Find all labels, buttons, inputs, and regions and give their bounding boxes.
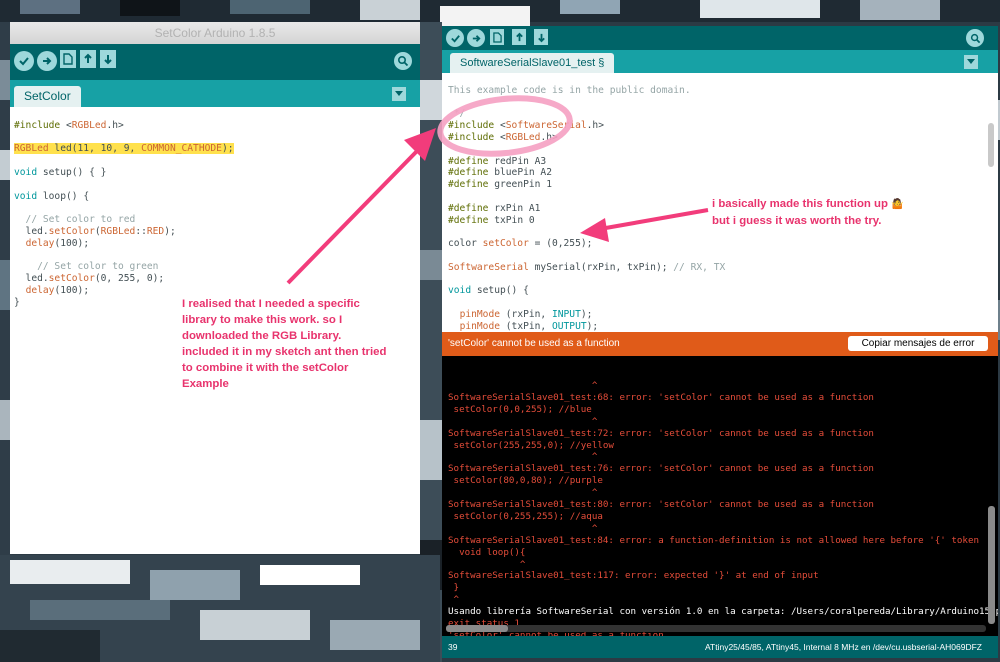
error-message-bar: 'setColor' cannot be used as a function … bbox=[442, 332, 998, 356]
tab-menu-button[interactable] bbox=[392, 87, 406, 101]
new-file-icon bbox=[492, 31, 502, 43]
code-line: delay(100); bbox=[25, 284, 90, 296]
code-line: #include <RGBLed.h> bbox=[448, 131, 558, 143]
editor-scrollbar[interactable] bbox=[988, 123, 994, 167]
console-line: ^ bbox=[448, 487, 598, 499]
console-line: SoftwareSerialSlave01_test:72: error: 's… bbox=[448, 427, 874, 439]
right-ide-window: SoftwareSerialSlave01_test § This exampl… bbox=[442, 26, 998, 658]
error-message-text: 'setColor' cannot be used as a function bbox=[448, 338, 620, 349]
console-line: ^ bbox=[448, 415, 598, 427]
annotation-left-note: I realised that I needed a specific libr… bbox=[182, 298, 387, 390]
upload-button[interactable] bbox=[37, 51, 57, 71]
code-comment: This example code is in the public domai… bbox=[448, 84, 691, 96]
code-line: #define redPin A3 bbox=[448, 155, 547, 167]
console-line: ^ bbox=[448, 380, 598, 391]
console-line: setColor(80,0,80); //purple bbox=[448, 475, 603, 487]
code-line: void setup() { bbox=[448, 285, 529, 297]
upload-button[interactable] bbox=[467, 29, 485, 47]
console-line: } bbox=[448, 582, 460, 594]
code-comment: // Set color to green bbox=[14, 261, 159, 273]
code-comment: // Set color to red bbox=[14, 214, 136, 226]
code-line: #include <RGBLed.h> bbox=[14, 119, 124, 131]
console-line: ^ bbox=[448, 522, 598, 534]
save-button[interactable] bbox=[534, 29, 548, 45]
magnifier-icon bbox=[970, 33, 980, 43]
code-line: void loop() { bbox=[14, 190, 90, 202]
console-line: setColor(0,0,255); //blue bbox=[448, 403, 592, 415]
console-line: ^ bbox=[448, 594, 460, 606]
console-line: setColor(0,255,255); //aqua bbox=[448, 510, 603, 522]
tab-softwareserial[interactable]: SoftwareSerialSlave01_test § bbox=[450, 53, 615, 73]
console-line: SoftwareSerialSlave01_test:76: error: 's… bbox=[448, 463, 874, 475]
code-line: led.setColor(RGBLed::RED); bbox=[14, 225, 176, 237]
tab-setcolor[interactable]: SetColor bbox=[14, 86, 81, 107]
code-line: void setup() { } bbox=[14, 166, 107, 178]
console-line: setColor(255,255,0); //yellow bbox=[448, 439, 614, 451]
console-line: SoftwareSerialSlave01_test:68: error: 's… bbox=[448, 391, 874, 403]
ide-toolbar bbox=[442, 26, 998, 50]
chevron-down-icon bbox=[967, 59, 975, 64]
code-line: pinMode (rxPin, INPUT); bbox=[459, 308, 593, 320]
code-comment: */ bbox=[448, 108, 466, 120]
magnifier-icon bbox=[397, 55, 409, 67]
arrow-up-icon bbox=[515, 32, 523, 41]
code-line: led.setColor(0, 255, 0); bbox=[14, 273, 165, 285]
left-ide-window: SetColor Arduino 1.8.5 SetColor #include… bbox=[10, 22, 420, 332]
console-line: ^ bbox=[448, 558, 526, 570]
shrug-emoji-icon: 🤷 bbox=[891, 199, 904, 210]
chevron-down-icon bbox=[395, 91, 403, 96]
console-line: void loop(){ bbox=[448, 546, 526, 558]
arrow-down-icon bbox=[537, 33, 545, 42]
code-line: color setColor = (0,255); bbox=[448, 238, 593, 250]
tab-menu-button[interactable] bbox=[964, 55, 978, 69]
console-horizontal-scrollbar[interactable] bbox=[446, 625, 986, 632]
arrow-right-icon bbox=[43, 57, 52, 65]
new-button[interactable] bbox=[60, 50, 76, 68]
code-line-highlighted: RGBLed led(11, 10, 9, COMMON_CATHODE); bbox=[14, 143, 234, 155]
code-line: #define txPin 0 bbox=[448, 214, 535, 226]
console-line: SoftwareSerialSlave01_test:84: error: a … bbox=[448, 534, 980, 546]
verify-button[interactable] bbox=[446, 29, 464, 47]
code-line: #define bluePin A2 bbox=[448, 167, 552, 179]
window-title: SetColor Arduino 1.8.5 bbox=[10, 22, 420, 44]
code-text: #include <RGBLed.h> RGBLed led(11, 10, 9… bbox=[14, 108, 234, 309]
new-file-icon bbox=[63, 53, 73, 65]
new-button[interactable] bbox=[490, 29, 504, 45]
annotation-right-note: i basically made this function up 🤷 but … bbox=[712, 196, 932, 229]
code-text: This example code is in the public domai… bbox=[448, 73, 725, 332]
arrow-right-icon bbox=[472, 34, 481, 42]
arrow-up-icon bbox=[84, 53, 92, 63]
open-button[interactable] bbox=[80, 50, 96, 68]
annotation-right-line2: but i guess it was worth the try. bbox=[712, 215, 882, 227]
code-line: delay(100); bbox=[25, 237, 90, 249]
verify-button[interactable] bbox=[14, 51, 34, 71]
code-line: #define greenPin 1 bbox=[448, 179, 552, 191]
copy-error-messages-button[interactable]: Copiar mensajes de error bbox=[848, 336, 988, 351]
save-button[interactable] bbox=[100, 50, 116, 68]
check-icon bbox=[19, 57, 29, 66]
console-line: Usando librería SoftwareSerial con versi… bbox=[448, 606, 998, 618]
status-bar: 39 ATtiny25/45/85, ATtiny45, Internal 8 … bbox=[442, 636, 998, 658]
console-line: SoftwareSerialSlave01_test:117: error: e… bbox=[448, 570, 819, 582]
line-number: 39 bbox=[448, 642, 458, 652]
tab-bar: SetColor bbox=[10, 80, 420, 107]
code-line: } bbox=[14, 296, 20, 308]
tab-bar: SoftwareSerialSlave01_test § bbox=[442, 50, 998, 73]
annotation-right-line1: i basically made this function up 🤷 bbox=[712, 198, 904, 210]
code-line: pinMode (txPin, OUTPUT); bbox=[459, 320, 599, 332]
serial-monitor-button[interactable] bbox=[394, 52, 412, 70]
arrow-down-icon bbox=[104, 55, 112, 65]
console-line: ^ bbox=[448, 451, 598, 463]
console-output[interactable]: ^ SoftwareSerialSlave01_test:68: error: '… bbox=[442, 356, 998, 636]
code-line: SoftwareSerial mySerial(rxPin, txPin); /… bbox=[448, 261, 726, 273]
console-line: SoftwareSerialSlave01_test:80: error: 's… bbox=[448, 499, 874, 510]
code-line: #include <SoftwareSerial.h> bbox=[448, 120, 604, 132]
check-icon bbox=[450, 34, 460, 43]
board-info: ATtiny25/45/85, ATtiny45, Internal 8 MHz… bbox=[704, 642, 982, 652]
console-vertical-scrollbar[interactable] bbox=[988, 506, 995, 624]
open-button[interactable] bbox=[512, 29, 526, 45]
code-line: #define rxPin A1 bbox=[448, 202, 541, 214]
ide-toolbar bbox=[10, 44, 420, 80]
serial-monitor-button[interactable] bbox=[966, 29, 984, 47]
